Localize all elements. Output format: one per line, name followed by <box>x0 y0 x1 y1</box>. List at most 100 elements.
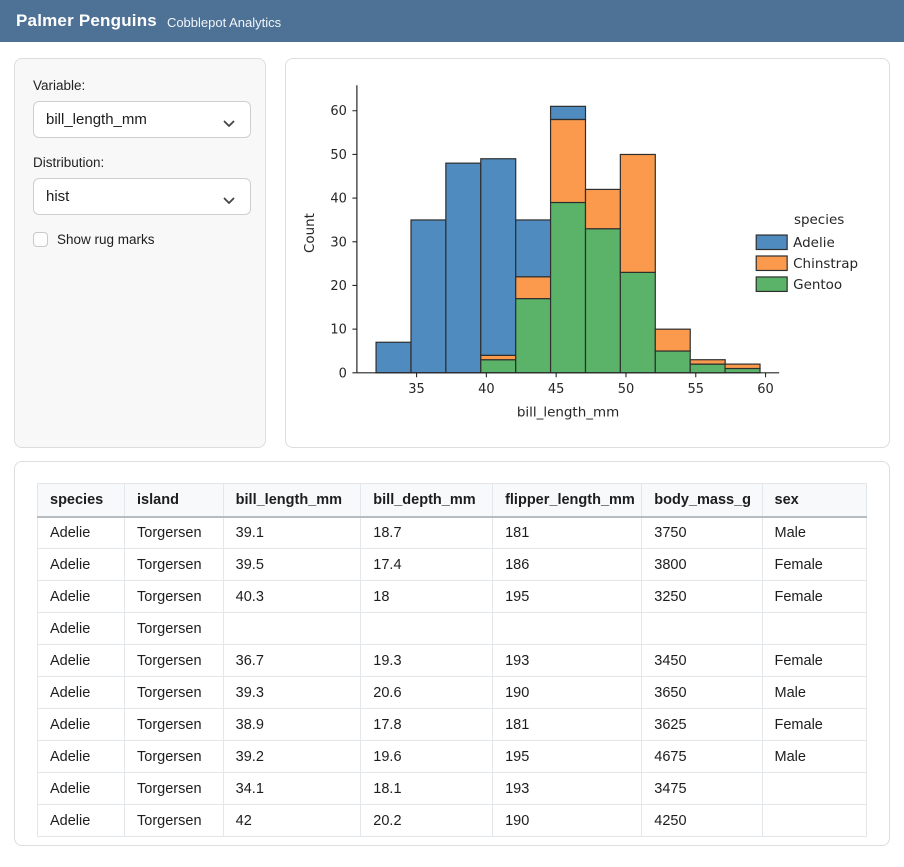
cell-flipper_length_mm: 181 <box>493 517 642 549</box>
distribution-label: Distribution: <box>33 155 247 170</box>
app-header: Palmer Penguins Cobblepot Analytics <box>0 0 904 42</box>
table-header: speciesislandbill_length_mmbill_depth_mm… <box>38 484 867 517</box>
bar-segment-chinstrap <box>690 360 725 364</box>
table-row: AdelieTorgersen <box>38 613 867 645</box>
legend-swatch-chinstrap <box>756 256 787 270</box>
x-tick-label: 50 <box>618 382 635 397</box>
y-tick-label: 0 <box>339 366 347 381</box>
cell-bill_length_mm: 36.7 <box>223 645 361 677</box>
table-panel: speciesislandbill_length_mmbill_depth_mm… <box>14 461 890 846</box>
cell-bill_depth_mm: 20.2 <box>361 805 493 837</box>
cell-body_mass_g: 4675 <box>642 741 762 773</box>
histogram-chart: 3540455055600102030405060bill_length_mmC… <box>290 63 885 443</box>
y-tick-label: 10 <box>330 323 347 338</box>
cell-species: Adelie <box>38 517 125 549</box>
cell-sex: Male <box>762 741 867 773</box>
bar-segment-chinstrap <box>620 154 655 272</box>
cell-island: Torgersen <box>125 677 224 709</box>
column-header-bill_length_mm: bill_length_mm <box>223 484 361 517</box>
bar-segment-chinstrap <box>586 189 621 228</box>
table-row: AdelieTorgersen36.719.31933450Female <box>38 645 867 677</box>
cell-island: Torgersen <box>125 645 224 677</box>
cell-species: Adelie <box>38 773 125 805</box>
cell-bill_depth_mm: 19.6 <box>361 741 493 773</box>
cell-sex: Male <box>762 517 867 549</box>
cell-island: Torgersen <box>125 613 224 645</box>
y-tick-label: 60 <box>330 104 347 119</box>
rug-checkbox[interactable] <box>33 232 48 247</box>
cell-island: Torgersen <box>125 549 224 581</box>
cell-sex: Female <box>762 709 867 741</box>
cell-island: Torgersen <box>125 517 224 549</box>
cell-body_mass_g <box>642 613 762 645</box>
table-row: AdelieTorgersen34.118.11933475 <box>38 773 867 805</box>
legend-swatch-adelie <box>756 235 787 249</box>
cell-sex: Female <box>762 549 867 581</box>
x-tick-label: 55 <box>688 382 705 397</box>
app-subtitle: Cobblepot Analytics <box>167 12 281 30</box>
table-row: AdelieTorgersen39.219.61954675Male <box>38 741 867 773</box>
bar-segment-gentoo <box>516 299 551 373</box>
cell-species: Adelie <box>38 677 125 709</box>
rug-checkbox-row: Show rug marks <box>33 232 247 247</box>
cell-body_mass_g: 3750 <box>642 517 762 549</box>
x-axis-label: bill_length_mm <box>517 405 619 421</box>
cell-bill_depth_mm: 18.1 <box>361 773 493 805</box>
cell-bill_depth_mm: 19.3 <box>361 645 493 677</box>
distribution-select[interactable]: hist <box>33 178 251 215</box>
table-row: AdelieTorgersen4220.21904250 <box>38 805 867 837</box>
cell-bill_length_mm: 39.2 <box>223 741 361 773</box>
x-tick-label: 40 <box>478 382 495 397</box>
cell-body_mass_g: 3625 <box>642 709 762 741</box>
cell-bill_depth_mm <box>361 613 493 645</box>
y-tick-label: 20 <box>330 279 347 294</box>
table-row: AdelieTorgersen38.917.81813625Female <box>38 709 867 741</box>
legend-label-chinstrap: Chinstrap <box>793 256 858 272</box>
bar-segment-chinstrap <box>551 120 586 203</box>
cell-flipper_length_mm: 190 <box>493 805 642 837</box>
bar-segment-adelie <box>551 106 586 119</box>
bar-segment-chinstrap <box>516 277 551 299</box>
rug-checkbox-label: Show rug marks <box>57 232 155 247</box>
cell-species: Adelie <box>38 805 125 837</box>
legend-swatch-gentoo <box>756 277 787 291</box>
bar-segment-adelie <box>446 163 481 373</box>
cell-island: Torgersen <box>125 709 224 741</box>
chart-panel: 3540455055600102030405060bill_length_mmC… <box>285 58 890 448</box>
cell-body_mass_g: 3800 <box>642 549 762 581</box>
cell-flipper_length_mm: 181 <box>493 709 642 741</box>
bar-segment-gentoo <box>655 351 690 373</box>
cell-bill_length_mm: 40.3 <box>223 581 361 613</box>
variable-label: Variable: <box>33 78 247 93</box>
cell-bill_length_mm <box>223 613 361 645</box>
table-row: AdelieTorgersen39.320.61903650Male <box>38 677 867 709</box>
cell-species: Adelie <box>38 709 125 741</box>
table-row: AdelieTorgersen39.517.41863800Female <box>38 549 867 581</box>
cell-bill_length_mm: 38.9 <box>223 709 361 741</box>
variable-select-wrap: bill_length_mm <box>33 101 247 138</box>
cell-flipper_length_mm: 193 <box>493 645 642 677</box>
bar-segment-gentoo <box>551 202 586 372</box>
bar-segment-adelie <box>481 159 516 356</box>
cell-flipper_length_mm: 195 <box>493 581 642 613</box>
variable-select[interactable]: bill_length_mm <box>33 101 251 138</box>
column-header-species: species <box>38 484 125 517</box>
bar-segment-gentoo <box>690 364 725 373</box>
y-tick-label: 40 <box>330 192 347 207</box>
cell-body_mass_g: 3450 <box>642 645 762 677</box>
cell-bill_depth_mm: 17.4 <box>361 549 493 581</box>
bar-segment-gentoo <box>586 229 621 373</box>
table-row: AdelieTorgersen40.3181953250Female <box>38 581 867 613</box>
penguins-table: speciesislandbill_length_mmbill_depth_mm… <box>37 483 867 837</box>
cell-flipper_length_mm: 190 <box>493 677 642 709</box>
cell-species: Adelie <box>38 741 125 773</box>
cell-body_mass_g: 3650 <box>642 677 762 709</box>
main-content: Variable: bill_length_mm Distribution: h… <box>0 42 904 846</box>
column-header-island: island <box>125 484 224 517</box>
column-header-flipper_length_mm: flipper_length_mm <box>493 484 642 517</box>
cell-island: Torgersen <box>125 805 224 837</box>
cell-species: Adelie <box>38 645 125 677</box>
column-header-body_mass_g: body_mass_g <box>642 484 762 517</box>
column-header-bill_depth_mm: bill_depth_mm <box>361 484 493 517</box>
cell-bill_depth_mm: 17.8 <box>361 709 493 741</box>
